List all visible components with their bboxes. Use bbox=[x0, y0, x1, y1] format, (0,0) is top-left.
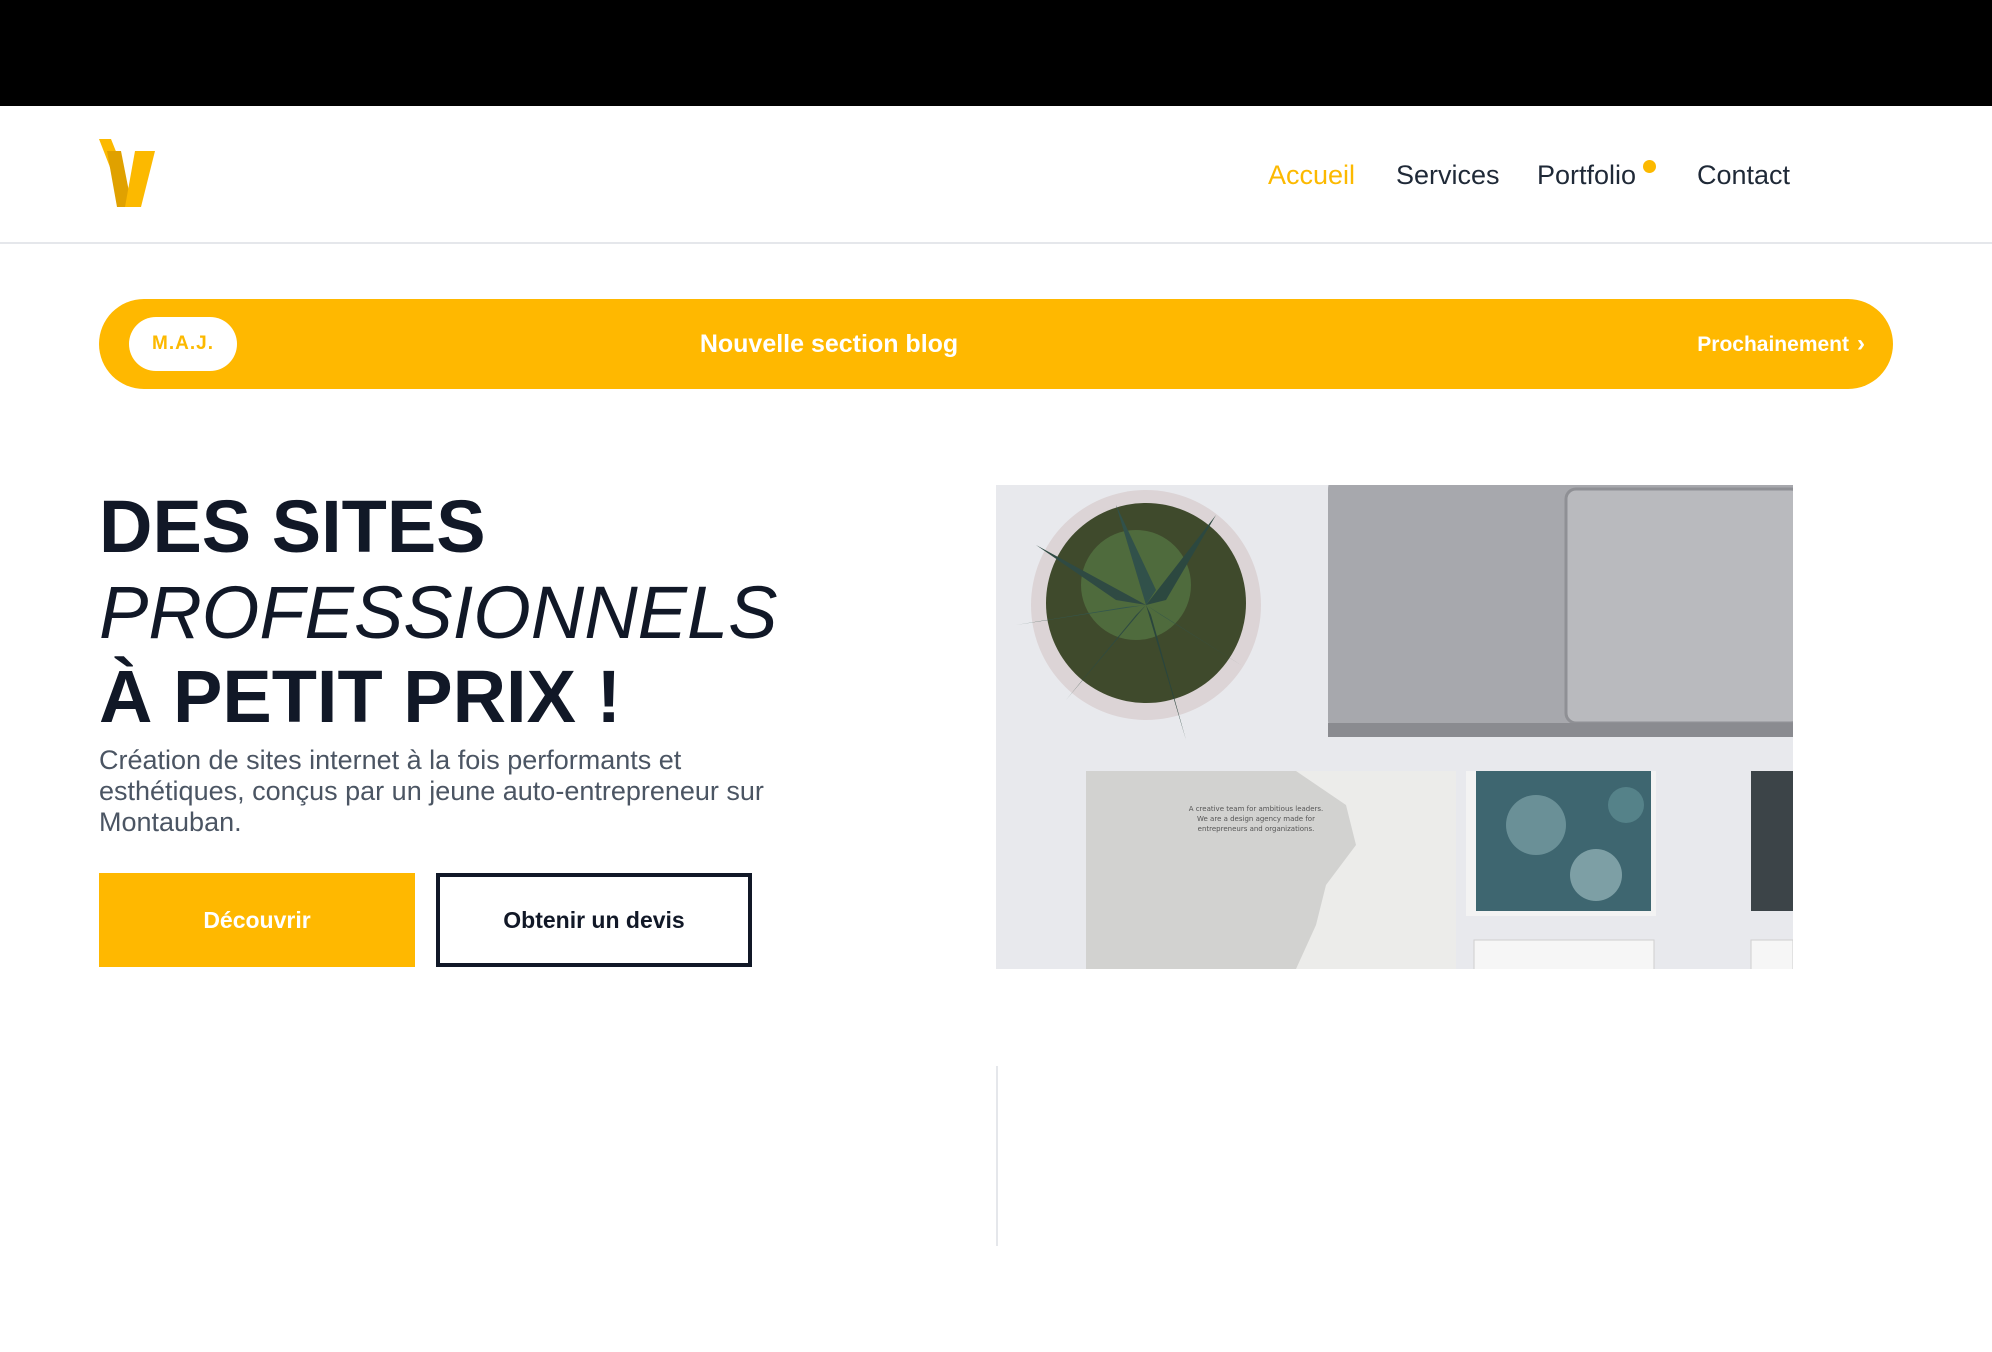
hero-title-line-2: PROFESSIONNELS bbox=[99, 571, 778, 654]
nav-portfolio[interactable]: Portfolio bbox=[1537, 157, 1636, 193]
hero-title-line-1: DES SITES bbox=[99, 485, 486, 568]
nav-contact[interactable]: Contact bbox=[1697, 157, 1790, 193]
banner-link[interactable]: Prochainement › bbox=[1697, 299, 1865, 389]
nav-services[interactable]: Services bbox=[1396, 157, 1500, 193]
portfolio-notification-dot bbox=[1643, 160, 1656, 173]
hero-photo: A creative team for ambitious leaders. W… bbox=[996, 485, 1793, 969]
svg-text:A creative team for ambitious: A creative team for ambitious leaders. bbox=[1189, 805, 1324, 813]
hero-description: Création de sites internet à la fois per… bbox=[99, 745, 764, 837]
logo-v-icon[interactable] bbox=[99, 137, 155, 209]
nav-accueil[interactable]: Accueil bbox=[1268, 157, 1355, 193]
svg-text:entrepreneurs and organization: entrepreneurs and organizations. bbox=[1198, 825, 1315, 833]
banner-link-label: Prochainement bbox=[1697, 333, 1849, 356]
site-header bbox=[0, 106, 1992, 244]
quote-button[interactable]: Obtenir un devis bbox=[436, 873, 752, 967]
top-black-bar bbox=[0, 0, 1992, 106]
discover-button[interactable]: Découvrir bbox=[99, 873, 415, 967]
chevron-right-icon: › bbox=[1857, 330, 1865, 357]
announcement-banner[interactable]: M.A.J. Nouvelle section blog Prochaineme… bbox=[99, 299, 1893, 389]
vertical-divider bbox=[996, 1066, 998, 1246]
hero-title-line-3: À PETIT PRIX ! bbox=[99, 655, 622, 738]
banner-title: Nouvelle section blog bbox=[699, 330, 959, 358]
svg-text:We are a design agency made fo: We are a design agency made for bbox=[1197, 815, 1315, 823]
update-badge: M.A.J. bbox=[129, 317, 237, 371]
